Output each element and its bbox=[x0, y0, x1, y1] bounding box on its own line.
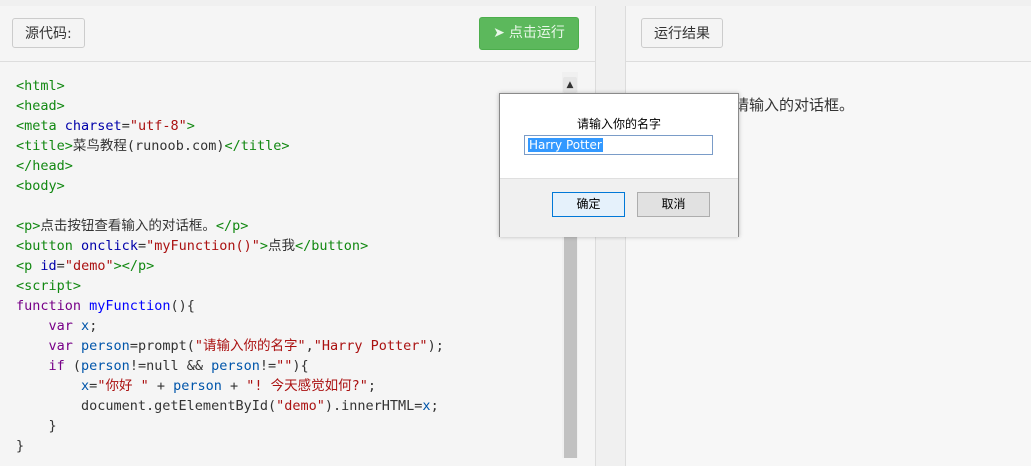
ok-button[interactable]: 确定 bbox=[552, 192, 625, 217]
code-line: <meta charset="utf-8"> bbox=[16, 118, 195, 134]
code-line: <title>菜鸟教程(runoob.com)</title> bbox=[16, 138, 290, 154]
code-line: <html> bbox=[16, 78, 65, 94]
result-label[interactable]: 运行结果 bbox=[641, 18, 723, 48]
code-line: } bbox=[16, 438, 25, 454]
scrollbar-thumb[interactable] bbox=[564, 236, 577, 458]
run-button-label: 点击运行 bbox=[508, 25, 565, 41]
source-code-label[interactable]: 源代码: bbox=[12, 18, 85, 48]
dialog-body: 请输入你的名字 Harry Potter bbox=[500, 94, 738, 178]
scroll-up-arrow-icon[interactable]: ▲ bbox=[563, 77, 577, 93]
code-line: <head> bbox=[16, 98, 65, 114]
code-line: <body> bbox=[16, 178, 65, 194]
run-button[interactable]: ➤ 点击运行 bbox=[479, 17, 579, 50]
name-input-value: Harry Potter bbox=[528, 138, 603, 152]
cancel-button[interactable]: 取消 bbox=[637, 192, 710, 217]
code-line: if (person!=null && person!=""){ bbox=[48, 358, 309, 374]
name-input[interactable]: Harry Potter bbox=[524, 135, 713, 155]
prompt-dialog: 请输入你的名字 Harry Potter 确定 取消 bbox=[499, 93, 739, 237]
dialog-message: 请输入你的名字 bbox=[576, 117, 661, 131]
code-line: } bbox=[16, 418, 57, 434]
code-line: <script> bbox=[16, 278, 82, 294]
paper-plane-icon: ➤ bbox=[493, 25, 505, 41]
code-line: document.getElementById("demo").innerHTM… bbox=[16, 398, 439, 414]
source-panel-header: 源代码: ➤ 点击运行 bbox=[0, 6, 595, 62]
code-line: <button onclick="myFunction()">点我</butto… bbox=[16, 238, 369, 254]
result-text: 请输入的对话框。 bbox=[734, 96, 855, 114]
code-editor[interactable]: <html> <head> <meta charset="utf-8"> <title… bbox=[0, 62, 562, 466]
code-line: <p>点击按钮查看输入的对话框。</p> bbox=[16, 218, 249, 234]
code-line: <p id="demo"></p> bbox=[16, 258, 155, 274]
code-line: function myFunction(){ bbox=[16, 298, 195, 314]
code-line: </head> bbox=[16, 158, 73, 174]
code-line: x="你好 " + person + "! 今天感觉如何?"; bbox=[81, 378, 377, 394]
code-line: var x; bbox=[48, 318, 98, 334]
result-panel-header: 运行结果 bbox=[626, 6, 1031, 62]
code-line: var person=prompt("请输入你的名字","Harry Potte… bbox=[48, 338, 444, 354]
